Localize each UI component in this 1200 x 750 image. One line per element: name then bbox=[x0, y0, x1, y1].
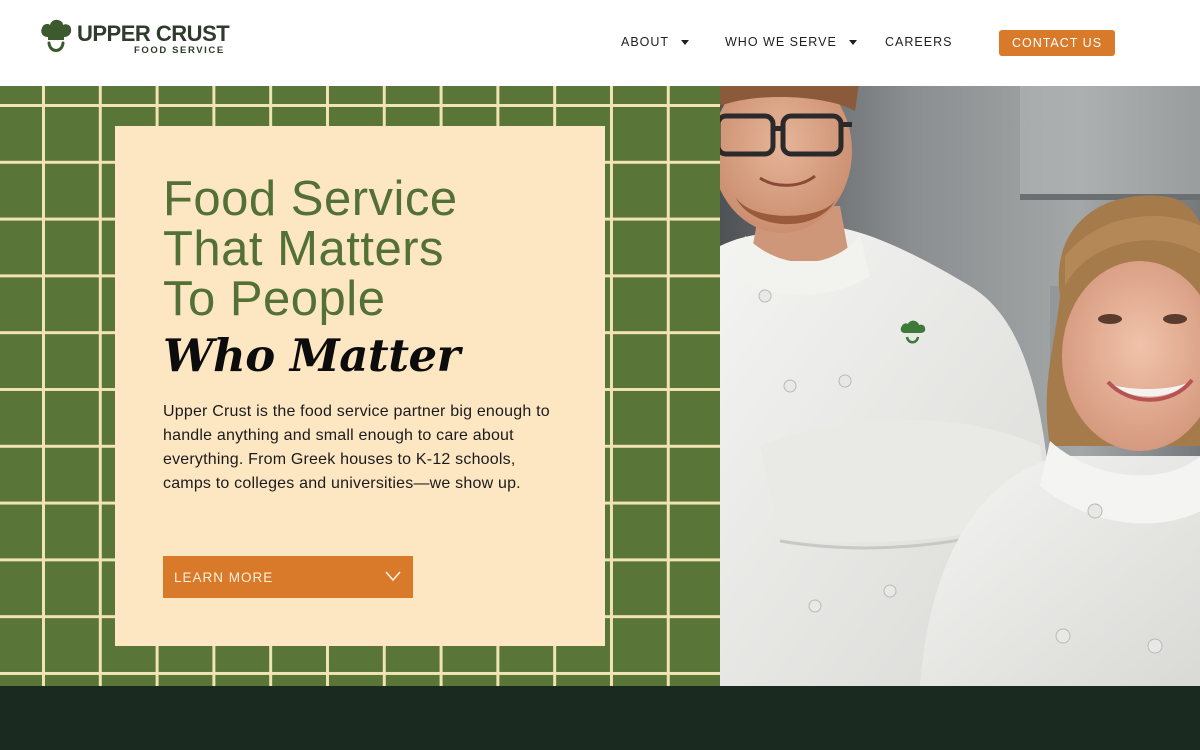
caret-down-icon bbox=[848, 39, 857, 45]
headline-line: Food Service bbox=[163, 172, 458, 226]
nav-item-about[interactable]: ABOUT bbox=[621, 35, 690, 49]
chefs-photo bbox=[720, 86, 1200, 686]
chevron-down-icon bbox=[385, 571, 401, 582]
brand-name: UPPER CRUST bbox=[77, 21, 230, 46]
hero-pattern-panel: Food Service That Matters To People Who … bbox=[0, 86, 720, 686]
chefs-photo-illustration bbox=[720, 86, 1200, 686]
nav-item-who-we-serve[interactable]: WHO WE SERVE bbox=[725, 35, 857, 49]
headline-line: That Matters bbox=[163, 222, 445, 276]
chef-hat-smile-icon bbox=[41, 19, 72, 52]
nav-label: ABOUT bbox=[621, 35, 670, 49]
learn-more-button[interactable]: LEARN MORE bbox=[163, 556, 413, 598]
brand-tagline: FOOD SERVICE bbox=[134, 45, 225, 56]
headline-accent: Who Matter bbox=[163, 329, 460, 382]
hero-headline: Food Service That Matters To People bbox=[163, 174, 583, 324]
caret-down-icon bbox=[681, 39, 690, 45]
hero-card: Food Service That Matters To People Who … bbox=[115, 126, 605, 646]
dark-section-band bbox=[0, 686, 1200, 750]
site-header: UPPER CRUST FOOD SERVICE ABOUT WHO WE SE… bbox=[0, 0, 1200, 86]
brand-logo[interactable]: UPPER CRUST FOOD SERVICE bbox=[40, 19, 230, 59]
nav-item-careers[interactable]: CAREERS bbox=[885, 35, 952, 49]
learn-more-label: LEARN MORE bbox=[174, 569, 274, 585]
contact-us-button[interactable]: CONTACT US bbox=[999, 30, 1115, 56]
nav-label: CAREERS bbox=[885, 35, 953, 49]
nav-label: WHO WE SERVE bbox=[725, 35, 837, 49]
hero-description: Upper Crust is the food service partner … bbox=[163, 403, 550, 492]
headline-line: To People bbox=[163, 272, 386, 326]
